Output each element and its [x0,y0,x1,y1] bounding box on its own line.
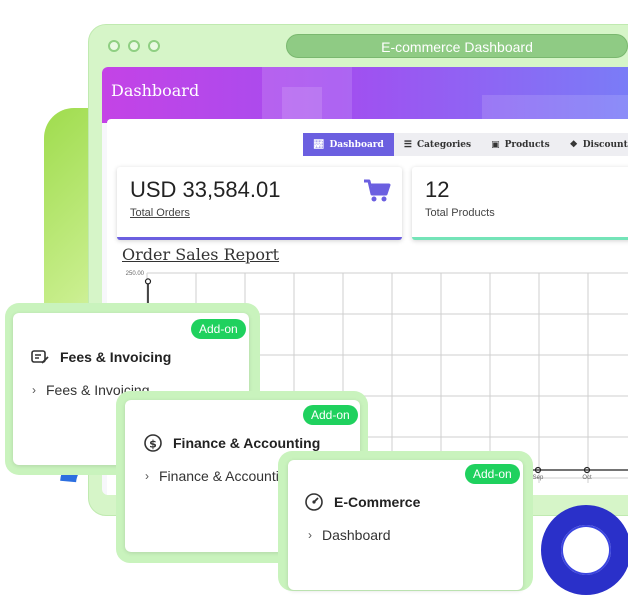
app-header: Dashboard [102,67,628,123]
total-products-value: 12 [425,177,450,202]
addon-badge: Add-on [303,405,358,425]
decorative-donut [541,505,628,595]
addon-title-text: E-Commerce [334,494,421,510]
addon-title: E-Commerce [304,492,420,512]
total-orders-label[interactable]: Total Orders [130,207,190,219]
tab-products[interactable]: ▣ Products [481,133,560,156]
nav-tabs: 📈︎ Dashboard ☰ Categories ▣ Products ❖ D… [303,133,628,156]
tab-label: Products [504,139,550,150]
chart-icon: 📈︎ [313,139,325,150]
data-point [144,278,152,285]
addon-badge: Add-on [191,319,246,339]
tab-categories[interactable]: ☰ Categories [393,133,482,156]
report-title: Order Sales Report [122,245,280,264]
chevron-right-icon: › [145,469,149,483]
tab-label: Discounts [582,139,628,150]
addon-card-ecommerce[interactable]: Add-on E-Commerce › Dashboard [288,460,523,590]
tab-label: Categories [416,139,472,150]
addon-menu-item[interactable]: › Dashboard [308,527,391,543]
window-dot-2[interactable] [128,40,140,52]
tab-discounts[interactable]: ❖ Discounts [559,133,628,156]
addon-title: Fees & Invoicing [30,347,171,367]
addon-item-label: Finance & Accounting [159,468,290,484]
addon-title-text: Finance & Accounting [173,435,321,451]
app-title: Dashboard [111,81,200,100]
total-orders-value: USD 33,584.01 [130,177,281,202]
window-dot-3[interactable] [148,40,160,52]
addon-title-text: Fees & Invoicing [60,349,172,365]
gift-icon: ❖ [569,139,578,150]
box-icon: ▣ [491,139,500,150]
dollar-circle-icon: $ [144,434,162,452]
tab-label: Dashboard [329,139,384,150]
gauge-icon [305,493,323,511]
x-tick-label: Oct [582,475,592,481]
addon-badge: Add-on [465,464,520,484]
tab-dashboard[interactable]: 📈︎ Dashboard [303,133,394,156]
x-tick-label: Sep [533,475,544,481]
invoice-icon [31,350,49,364]
chevron-right-icon: › [308,528,312,542]
window-title-bar[interactable]: E-commerce Dashboard [286,34,628,58]
header-decoration [282,87,322,123]
svg-text:$: $ [149,438,157,451]
addon-menu-item[interactable]: › Finance & Accounting [145,468,290,484]
addon-item-label: Dashboard [322,527,391,543]
total-products-label: Total Products [425,207,495,219]
window-controls [108,40,160,52]
total-products-card: 12 Total Products [412,167,628,240]
list-icon: ☰ [403,139,412,150]
y-tick-label: 250.00 [126,271,145,277]
addon-title: $ Finance & Accounting [143,433,320,453]
cart-icon [364,179,391,202]
total-orders-card: USD 33,584.01 Total Orders [117,167,402,240]
chevron-right-icon: › [32,383,36,397]
window-dot-1[interactable] [108,40,120,52]
